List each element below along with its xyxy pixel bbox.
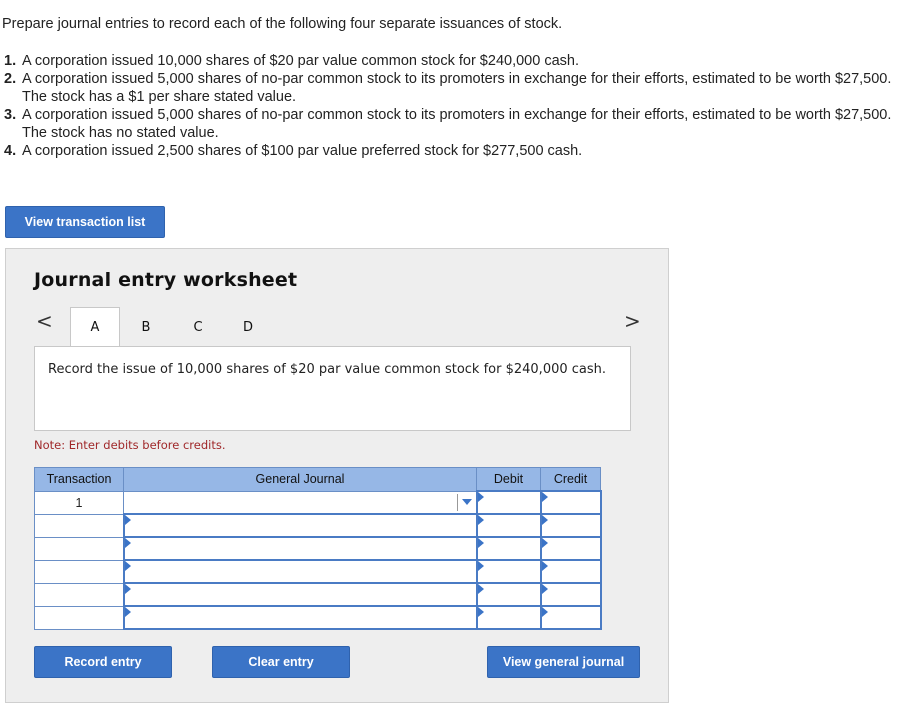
account-input[interactable]: [122, 559, 478, 584]
credit-input[interactable]: [539, 490, 602, 515]
journal-entry-worksheet: Journal entry worksheet < > A B C D Reco…: [5, 248, 669, 703]
cell-marker-icon: [124, 607, 131, 617]
cell-marker-icon: [541, 492, 548, 502]
item-text: A corporation issued 10,000 shares of $2…: [22, 53, 579, 69]
table-header-row: Transaction General Journal Debit Credit: [34, 467, 601, 492]
table-row: [34, 513, 602, 538]
debit-header: Debit: [476, 467, 541, 492]
credit-input[interactable]: [539, 536, 602, 561]
transaction-cell: [34, 513, 124, 538]
instructions-text: Prepare journal entries to record each o…: [2, 16, 563, 32]
account-input[interactable]: [122, 513, 478, 538]
cell-marker-icon: [477, 538, 484, 548]
transaction-cell: [34, 605, 124, 630]
account-input[interactable]: [122, 582, 478, 607]
table-row: [34, 559, 602, 584]
transaction-header: Transaction: [34, 467, 124, 492]
dropdown-divider: [456, 493, 458, 511]
cell-marker-icon: [124, 584, 131, 594]
view-transaction-list-button[interactable]: View transaction list: [5, 206, 165, 238]
transaction-cell: [34, 582, 124, 607]
table-row: [34, 582, 602, 607]
cell-marker-icon: [477, 607, 484, 617]
item-number: 1.: [4, 53, 17, 69]
transaction-number: 1: [34, 490, 124, 515]
record-entry-button[interactable]: Record entry: [34, 646, 172, 678]
credit-header: Credit: [540, 467, 601, 492]
item-text: A corporation issued 5,000 shares of no-…: [22, 107, 892, 141]
debit-credit-note: Note: Enter debits before credits.: [34, 438, 226, 452]
transaction-description: Record the issue of 10,000 shares of $20…: [34, 346, 631, 431]
item-text: A corporation issued 5,000 shares of no-…: [22, 71, 892, 105]
clear-entry-button[interactable]: Clear entry: [212, 646, 350, 678]
chevron-down-icon[interactable]: [461, 498, 472, 505]
cell-marker-icon: [124, 561, 131, 571]
view-general-journal-button[interactable]: View general journal: [487, 646, 640, 678]
account-select[interactable]: [123, 490, 477, 515]
tab-d[interactable]: D: [236, 307, 260, 347]
cell-marker-icon: [477, 584, 484, 594]
credit-input[interactable]: [539, 582, 602, 607]
cell-marker-icon: [541, 538, 548, 548]
item-number: 4.: [4, 143, 17, 159]
debit-input[interactable]: [475, 559, 542, 584]
item-number: 3.: [4, 107, 17, 123]
cell-marker-icon: [124, 538, 131, 548]
tab-b[interactable]: B: [134, 307, 158, 347]
general-journal-header: General Journal: [123, 467, 477, 492]
cell-marker-icon: [477, 492, 484, 502]
debit-input[interactable]: [475, 490, 542, 515]
worksheet-title: Journal entry worksheet: [34, 269, 298, 291]
transaction-cell: [34, 559, 124, 584]
cell-marker-icon: [541, 584, 548, 594]
table-row: 1: [34, 490, 602, 515]
transaction-cell: [34, 536, 124, 561]
list-item: 3. A corporation issued 5,000 shares of …: [4, 106, 916, 142]
cell-marker-icon: [124, 515, 131, 525]
debit-input[interactable]: [475, 536, 542, 561]
table-row: [34, 536, 602, 561]
list-item: 2. A corporation issued 5,000 shares of …: [4, 70, 916, 106]
item-text: A corporation issued 2,500 shares of $10…: [22, 143, 583, 159]
chevron-right-icon[interactable]: >: [624, 309, 641, 333]
cell-marker-icon: [541, 515, 548, 525]
item-number: 2.: [4, 71, 17, 87]
cell-marker-icon: [541, 607, 548, 617]
credit-input[interactable]: [539, 513, 602, 538]
credit-input[interactable]: [539, 605, 602, 630]
debit-input[interactable]: [475, 513, 542, 538]
debit-input[interactable]: [475, 582, 542, 607]
cell-marker-icon: [541, 561, 548, 571]
credit-input[interactable]: [539, 559, 602, 584]
table-row: [34, 605, 602, 630]
issuance-list: 1. A corporation issued 10,000 shares of…: [4, 52, 916, 160]
cell-marker-icon: [477, 561, 484, 571]
journal-table: Transaction General Journal Debit Credit…: [34, 467, 602, 630]
list-item: 1. A corporation issued 10,000 shares of…: [4, 52, 916, 70]
account-input[interactable]: [122, 605, 478, 630]
tab-c[interactable]: C: [186, 307, 210, 347]
account-input[interactable]: [122, 536, 478, 561]
cell-marker-icon: [477, 515, 484, 525]
tab-a[interactable]: A: [70, 307, 120, 347]
chevron-left-icon[interactable]: <: [36, 309, 53, 333]
debit-input[interactable]: [475, 605, 542, 630]
list-item: 4. A corporation issued 2,500 shares of …: [4, 142, 916, 160]
